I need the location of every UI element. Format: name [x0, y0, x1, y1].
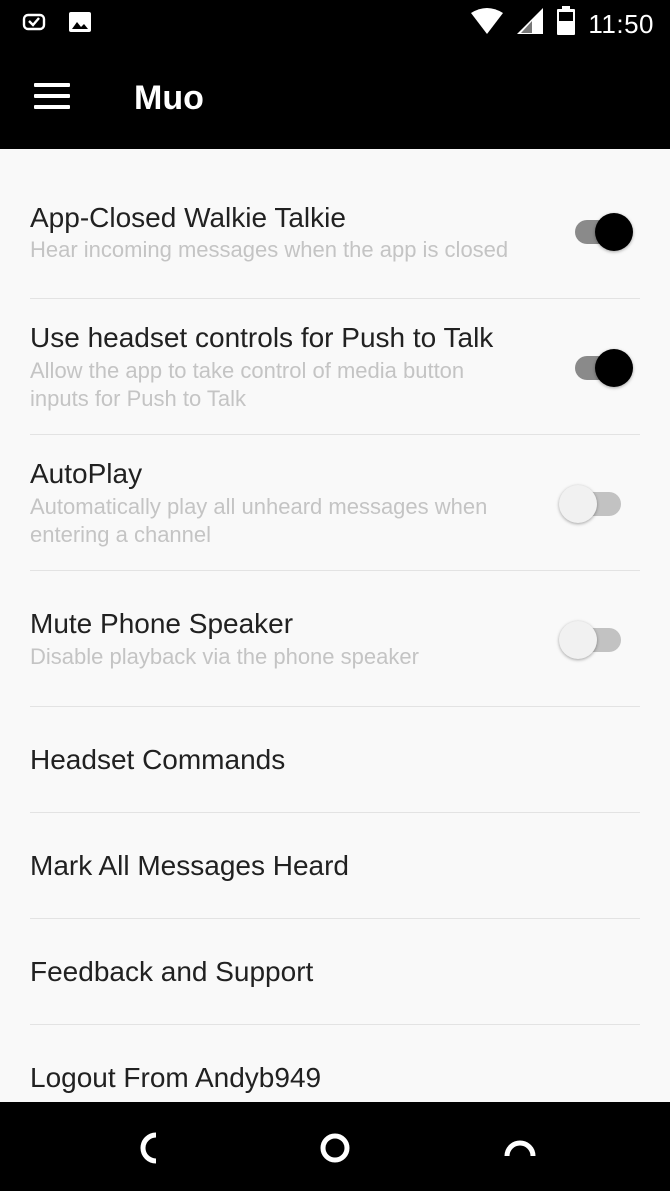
- mute-phone-speaker-toggle[interactable]: [559, 619, 625, 659]
- setting-mute-phone-speaker[interactable]: Mute Phone Speaker Disable playback via …: [30, 571, 640, 707]
- setting-title: Mute Phone Speaker: [30, 608, 294, 639]
- battery-icon: [556, 6, 576, 41]
- setting-title: App-Closed Walkie Talkie: [30, 202, 346, 233]
- setting-title: AutoPlay: [30, 458, 143, 489]
- setting-title: Logout From Andyb949: [30, 1062, 322, 1093]
- setting-mark-all-messages-heard[interactable]: Mark All Messages Heard: [30, 813, 640, 919]
- status-bar: 11:50: [0, 0, 670, 48]
- image-icon: [68, 10, 92, 39]
- mail-check-icon: [22, 10, 46, 39]
- setting-subtitle-line: inputs for Push to Talk: [30, 386, 247, 411]
- app-closed-walkie-talkie-toggle[interactable]: [571, 211, 635, 251]
- cell-signal-icon: [516, 7, 544, 40]
- setting-title: Mark All Messages Heard: [30, 850, 350, 881]
- toggle-thumb: [559, 621, 597, 659]
- setting-title: Feedback and Support: [30, 956, 314, 987]
- toggle-thumb: [595, 213, 633, 251]
- back-icon[interactable]: [130, 1128, 170, 1168]
- setting-subtitle: Disable playback via the phone speaker: [30, 644, 419, 669]
- wifi-icon: [470, 7, 504, 40]
- setting-title: Headset Commands: [30, 744, 286, 775]
- setting-subtitle: Hear incoming messages when the app is c…: [30, 237, 509, 262]
- setting-subtitle-line: Automatically play all unheard messages …: [30, 494, 488, 519]
- settings-list: App-Closed Walkie Talkie Hear incoming m…: [0, 149, 670, 1102]
- recents-icon[interactable]: [500, 1128, 540, 1168]
- setting-autoplay[interactable]: AutoPlay Automatically play all unheard …: [30, 435, 640, 571]
- toggle-thumb: [595, 349, 633, 387]
- home-icon[interactable]: [315, 1128, 355, 1168]
- setting-headset-controls[interactable]: Use headset controls for Push to Talk Al…: [30, 299, 640, 435]
- headset-controls-toggle[interactable]: [571, 347, 635, 387]
- hamburger-menu-icon[interactable]: [34, 83, 70, 109]
- status-time: 11:50: [588, 8, 654, 39]
- autoplay-toggle[interactable]: [559, 483, 625, 523]
- setting-feedback-and-support[interactable]: Feedback and Support: [30, 919, 640, 1025]
- toggle-thumb: [559, 485, 597, 523]
- setting-logout[interactable]: Logout From Andyb949: [30, 1025, 640, 1102]
- setting-subtitle-line: entering a channel: [30, 522, 212, 547]
- setting-title: Use headset controls for Push to Talk: [30, 322, 494, 353]
- navigation-bar: [0, 1102, 670, 1191]
- app-title: Muo: [134, 79, 204, 117]
- setting-headset-commands[interactable]: Headset Commands: [30, 707, 640, 813]
- app-bar: Muo: [0, 48, 670, 149]
- setting-subtitle-line: Allow the app to take control of media b…: [30, 358, 465, 383]
- setting-app-closed-walkie-talkie[interactable]: App-Closed Walkie Talkie Hear incoming m…: [30, 149, 640, 299]
